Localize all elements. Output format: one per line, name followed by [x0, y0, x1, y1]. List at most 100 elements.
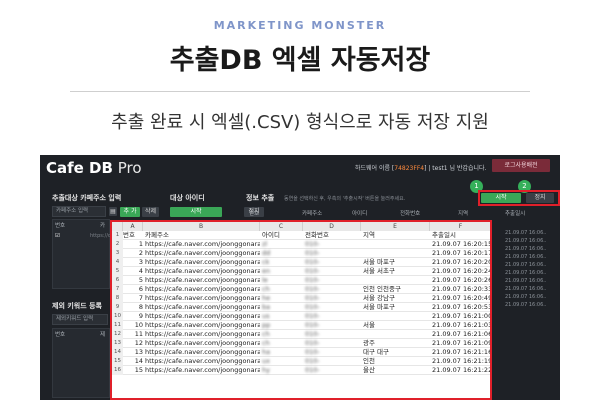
- table-cell-date: 21.09.07 16:21:19: [432, 357, 492, 365]
- table-cell-region: 광주: [363, 339, 375, 347]
- table-row: 11 10 https://cafe.naver.com/joonggonara pp…: [112, 321, 490, 330]
- row-number: 15: [112, 357, 123, 366]
- info-start-button[interactable]: 시작: [481, 193, 521, 203]
- table-cell-n: 12: [134, 339, 143, 347]
- table-cell-id: ch: [262, 330, 270, 338]
- table-cell-url: https://cafe.naver.com/joonggonara: [145, 303, 260, 311]
- exclude-section-title: 제외 키워드 등록: [52, 302, 102, 310]
- target-section-title: 대상 아이디: [170, 194, 205, 202]
- table-cell-phone: 010-: [305, 303, 320, 311]
- bg-date: 21.09.07 16:06..: [505, 238, 547, 244]
- table-cell-n: 4: [138, 267, 143, 275]
- info-stop-button[interactable]: 정지: [526, 193, 554, 203]
- exclude-header-1: 제: [100, 332, 106, 338]
- table-cell-date: 21.09.07 16:21:03: [432, 321, 492, 329]
- table-cell-region: 서울 마포구: [363, 303, 395, 311]
- table-cell-date: 21.09.07 16:21:16: [432, 348, 492, 356]
- table-cell-id: ha: [262, 348, 271, 356]
- table-cell-date: 21.09.07 16:20:20: [432, 258, 492, 266]
- cafe-list-header-0: 번호: [55, 223, 66, 229]
- table-row: 12 11 https://cafe.naver.com/joonggonara ch…: [112, 330, 490, 339]
- table-cell-id: us: [262, 312, 270, 320]
- row-number: 4: [112, 258, 123, 267]
- cafe-delete-button[interactable]: 삭제: [142, 207, 159, 217]
- table-cell-date: 21.09.07 16:20:24: [432, 267, 492, 275]
- headline: 추출DB 엑셀 자동저장: [169, 45, 431, 76]
- row-number: 9: [112, 303, 123, 312]
- table-cell-id: pp: [262, 321, 271, 329]
- table-cell-id: en: [262, 267, 271, 275]
- folder-icon[interactable]: ▤: [109, 207, 117, 216]
- corner-cell: [112, 222, 123, 231]
- cafe-list-header-1: 카: [100, 223, 106, 229]
- row-number: 1: [112, 231, 123, 240]
- table-row: 7 6 https://cafe.naver.com/joonggonara ch 01…: [112, 285, 490, 294]
- col-letter-e: E: [361, 222, 430, 231]
- info-header-4: 지역: [458, 211, 469, 217]
- info-header-1: 카페주소: [302, 211, 323, 217]
- table-row: 2 1 https://cafe.naver.com/joonggonara zl 01…: [112, 240, 490, 249]
- table-cell-n: 2: [138, 249, 143, 257]
- table-cell-url: https://cafe.naver.com/joonggonara: [145, 366, 260, 374]
- hw-id: 74823FF4: [394, 165, 425, 172]
- table-cell-phone: 010-: [305, 276, 320, 284]
- table-cell-url: https://cafe.naver.com/joonggonara: [145, 357, 260, 365]
- logo-suffix: Pro: [117, 159, 142, 177]
- table-cell-id: he: [262, 294, 271, 302]
- table-cell-url: https://cafe.naver.com/joonggonara: [145, 330, 260, 338]
- table-cell-date: 21.09.07 16:21:09: [432, 339, 492, 347]
- table-cell-n: 3: [138, 258, 143, 266]
- table-cell-date: 21.09.07 16:20:49: [432, 294, 492, 302]
- table-row: 13 12 https://cafe.naver.com/joonggonara ch…: [112, 339, 490, 348]
- table-cell-id: hy: [262, 366, 270, 374]
- row-number: 12: [112, 330, 123, 339]
- info-section-title: 정보 추출: [246, 194, 275, 202]
- table-cell-phone: 010-: [305, 366, 320, 374]
- table-cell-n: 8: [138, 303, 143, 311]
- table-cell-id: dd: [262, 249, 271, 257]
- table-row: 9 8 https://cafe.naver.com/joonggonara ba 01…: [112, 303, 490, 312]
- bg-date: 21.09.07 16:06..: [505, 294, 547, 300]
- exclude-list: [52, 328, 110, 398]
- table-cell-n: 5: [138, 276, 143, 284]
- app-logo: Cafe DB Pro: [46, 159, 142, 177]
- table-cell-phone: 010-: [305, 312, 320, 320]
- cafe-section-title: 추출대상 카페주소 입력: [52, 194, 122, 202]
- cafe-add-button[interactable]: 추 가: [120, 207, 140, 217]
- excel-sheet: A B C D E F 1 번호 카페주소 아이디 전화번호 지역 추출일시 2 1 https:…: [110, 220, 492, 400]
- logout-button[interactable]: 로그사용배전: [492, 159, 550, 172]
- cafe-address-input[interactable]: 카페주소 입력: [52, 206, 106, 217]
- bg-date: 21.09.07 16:06..: [505, 230, 547, 236]
- table-cell-id: ch: [262, 285, 270, 293]
- table-cell-url: https://cafe.naver.com/joonggonara: [145, 321, 260, 329]
- table-cell-phone: 010-: [305, 249, 320, 257]
- table-cell-phone: 010-: [305, 267, 320, 275]
- table-cell-phone: 010-: [305, 285, 320, 293]
- table-cell-date: 21.09.07 16:20:53: [432, 303, 492, 311]
- row-number: 14: [112, 348, 123, 357]
- table-cell-region: 서울 서초구: [363, 267, 395, 275]
- table-cell-url: https://cafe.naver.com/joonggonara: [145, 339, 260, 347]
- row-number: 6: [112, 276, 123, 285]
- row-number: 5: [112, 267, 123, 276]
- table-cell-phone: 010-: [305, 357, 320, 365]
- table-cell-url: https://cafe.naver.com/joonggonara: [145, 348, 260, 356]
- table-cell-url: https://cafe.naver.com/joonggonara: [145, 285, 260, 293]
- table-row: 3 2 https://cafe.naver.com/joonggonara dd 01…: [112, 249, 490, 258]
- info-note: 동연을 선택하신 후, 우측의 '추출시작' 버튼을 눌러주세요.: [284, 196, 406, 202]
- table-cell-region: 인천: [363, 357, 375, 365]
- table-cell-phone: 010-: [305, 348, 320, 356]
- table-cell-date: 21.09.07 16:20:33: [432, 285, 492, 293]
- target-start-button[interactable]: 시작: [170, 207, 222, 217]
- table-cell-region: 서울 강남구: [363, 294, 395, 302]
- table-cell-date: 21.09.07 16:21:00: [432, 312, 492, 320]
- table-cell-region: 대구 대구: [363, 348, 389, 356]
- info-header-3: 전화번호: [400, 211, 421, 217]
- checkbox-icon[interactable]: ☑: [55, 233, 60, 239]
- table-row: 15 14 https://cafe.naver.com/joonggonara ux…: [112, 357, 490, 366]
- table-cell-id: ux: [262, 357, 270, 365]
- exclude-keyword-input[interactable]: 제외키워드 입력: [52, 314, 108, 325]
- table-row: 10 9 https://cafe.naver.com/joonggonara us 0…: [112, 312, 490, 321]
- table-cell-url: https://cafe.naver.com/joonggonara: [145, 312, 260, 320]
- table-cell-url: https://cafe.naver.com/joonggonara: [145, 249, 260, 257]
